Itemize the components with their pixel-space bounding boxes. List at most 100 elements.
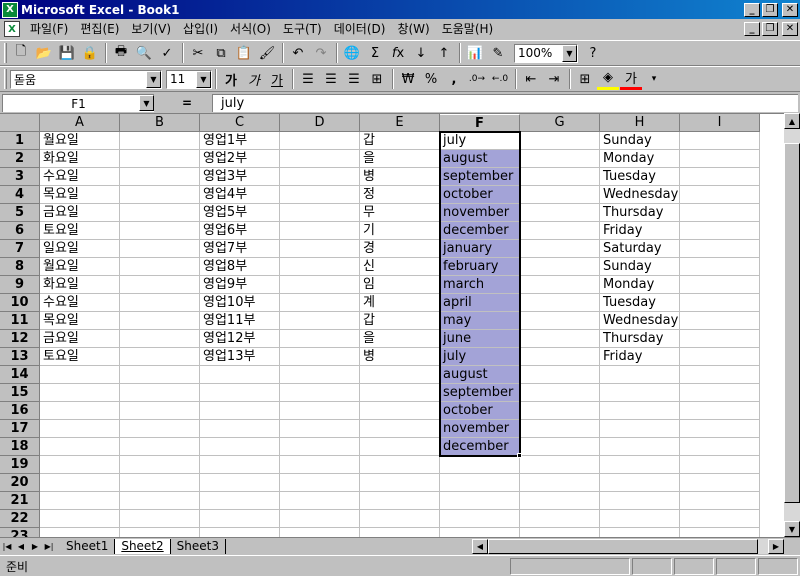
- sort-descending-icon[interactable]: ↑: [433, 42, 455, 64]
- cell-c11[interactable]: 영업11부: [200, 312, 280, 330]
- cell-d5[interactable]: [280, 204, 360, 222]
- toolbar-grip[interactable]: [4, 69, 7, 89]
- cell-a11[interactable]: 목요일: [40, 312, 120, 330]
- cell-i1[interactable]: [680, 132, 760, 150]
- column-header-e[interactable]: E: [360, 114, 440, 132]
- cell-i23[interactable]: [680, 528, 760, 537]
- cell-f5[interactable]: november: [440, 204, 520, 222]
- borders-icon[interactable]: ⊞: [574, 68, 596, 90]
- sort-ascending-icon[interactable]: ↓: [410, 42, 432, 64]
- cell-e15[interactable]: [360, 384, 440, 402]
- cell-f6[interactable]: december: [440, 222, 520, 240]
- cell-i21[interactable]: [680, 492, 760, 510]
- toolbar-options-icon[interactable]: ▾: [643, 68, 665, 90]
- undo-icon[interactable]: ↶: [287, 42, 309, 64]
- cell-c4[interactable]: 영업4부: [200, 186, 280, 204]
- cell-b5[interactable]: [120, 204, 200, 222]
- close-button[interactable]: ✕: [782, 2, 798, 17]
- cell-b7[interactable]: [120, 240, 200, 258]
- menu-window[interactable]: 창(W): [391, 20, 435, 38]
- cell-c13[interactable]: 영업13부: [200, 348, 280, 366]
- cell-i20[interactable]: [680, 474, 760, 492]
- cell-f23[interactable]: [440, 528, 520, 537]
- cell-h13[interactable]: Friday: [600, 348, 680, 366]
- menu-format[interactable]: 서식(O): [224, 20, 277, 38]
- cell-g4[interactable]: [520, 186, 600, 204]
- cell-a19[interactable]: [40, 456, 120, 474]
- cell-b20[interactable]: [120, 474, 200, 492]
- cell-a12[interactable]: 금요일: [40, 330, 120, 348]
- italic-button[interactable]: 가: [243, 68, 265, 90]
- select-all-corner[interactable]: [0, 114, 40, 132]
- fill-color-icon[interactable]: ◈: [597, 68, 619, 90]
- cell-e2[interactable]: 을: [360, 150, 440, 168]
- cell-f12[interactable]: june: [440, 330, 520, 348]
- cell-g12[interactable]: [520, 330, 600, 348]
- font-color-button[interactable]: 가: [620, 68, 642, 90]
- cell-h12[interactable]: Thursday: [600, 330, 680, 348]
- cell-a9[interactable]: 화요일: [40, 276, 120, 294]
- cut-icon[interactable]: ✂: [187, 42, 209, 64]
- next-sheet-icon[interactable]: ▶: [28, 539, 42, 553]
- cell-i15[interactable]: [680, 384, 760, 402]
- chevron-down-icon[interactable]: ▼: [146, 70, 161, 88]
- cell-d9[interactable]: [280, 276, 360, 294]
- align-center-icon[interactable]: ☰: [320, 68, 342, 90]
- cell-e3[interactable]: 병: [360, 168, 440, 186]
- column-header-d[interactable]: D: [280, 114, 360, 132]
- cell-b3[interactable]: [120, 168, 200, 186]
- cell-b22[interactable]: [120, 510, 200, 528]
- cell-h14[interactable]: [600, 366, 680, 384]
- cell-i4[interactable]: [680, 186, 760, 204]
- cell-d8[interactable]: [280, 258, 360, 276]
- cell-g7[interactable]: [520, 240, 600, 258]
- cell-c9[interactable]: 영업9부: [200, 276, 280, 294]
- cell-i7[interactable]: [680, 240, 760, 258]
- cell-d11[interactable]: [280, 312, 360, 330]
- cell-i14[interactable]: [680, 366, 760, 384]
- cell-i18[interactable]: [680, 438, 760, 456]
- cell-e10[interactable]: 계: [360, 294, 440, 312]
- row-header-7[interactable]: 7: [0, 240, 40, 258]
- cell-c22[interactable]: [200, 510, 280, 528]
- restore-button[interactable]: ❐: [762, 2, 778, 17]
- column-header-f[interactable]: F: [440, 114, 520, 132]
- cell-h8[interactable]: Sunday: [600, 258, 680, 276]
- autosum-icon[interactable]: Σ: [364, 42, 386, 64]
- cell-a1[interactable]: 월요일: [40, 132, 120, 150]
- cell-f4[interactable]: october: [440, 186, 520, 204]
- last-sheet-icon[interactable]: ▶|: [42, 539, 56, 553]
- cell-d13[interactable]: [280, 348, 360, 366]
- cell-d23[interactable]: [280, 528, 360, 537]
- cell-b21[interactable]: [120, 492, 200, 510]
- row-header-21[interactable]: 21: [0, 492, 40, 510]
- align-right-icon[interactable]: ☰: [343, 68, 365, 90]
- cell-f11[interactable]: may: [440, 312, 520, 330]
- cell-a23[interactable]: [40, 528, 120, 537]
- cell-e23[interactable]: [360, 528, 440, 537]
- scroll-up-icon[interactable]: ▲: [784, 113, 800, 129]
- align-left-icon[interactable]: ☰: [297, 68, 319, 90]
- cell-c7[interactable]: 영업7부: [200, 240, 280, 258]
- cell-c12[interactable]: 영업12부: [200, 330, 280, 348]
- cell-i9[interactable]: [680, 276, 760, 294]
- cell-b1[interactable]: [120, 132, 200, 150]
- cell-h4[interactable]: Wednesday: [600, 186, 680, 204]
- menu-view[interactable]: 보기(V): [125, 20, 177, 38]
- cell-f21[interactable]: [440, 492, 520, 510]
- cell-h21[interactable]: [600, 492, 680, 510]
- cell-c2[interactable]: 영업2부: [200, 150, 280, 168]
- cell-e4[interactable]: 정: [360, 186, 440, 204]
- cell-a20[interactable]: [40, 474, 120, 492]
- cell-d1[interactable]: [280, 132, 360, 150]
- cell-a17[interactable]: [40, 420, 120, 438]
- cell-a4[interactable]: 목요일: [40, 186, 120, 204]
- cell-d7[interactable]: [280, 240, 360, 258]
- row-header-5[interactable]: 5: [0, 204, 40, 222]
- cell-i3[interactable]: [680, 168, 760, 186]
- cell-h23[interactable]: [600, 528, 680, 537]
- hyperlink-icon[interactable]: 🌐: [341, 42, 363, 64]
- cell-h10[interactable]: Tuesday: [600, 294, 680, 312]
- cell-g16[interactable]: [520, 402, 600, 420]
- merge-center-icon[interactable]: ⊞: [366, 68, 388, 90]
